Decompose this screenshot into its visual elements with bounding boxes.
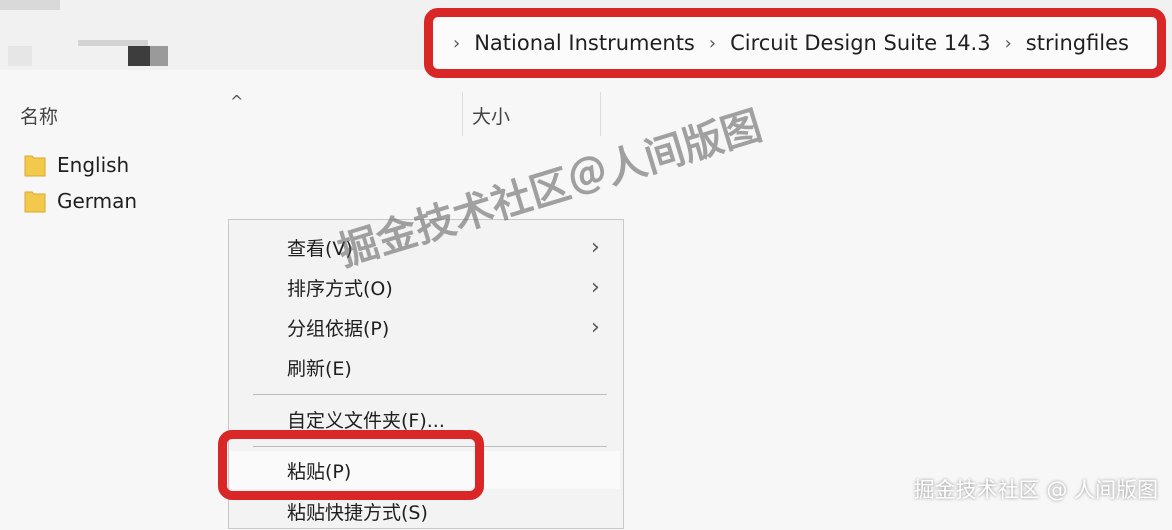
- paste-highlight-annotation: [218, 430, 484, 500]
- menu-item-group-by[interactable]: 分组依据(P) ›: [229, 308, 621, 346]
- obscured-button: [128, 46, 150, 66]
- column-name-header[interactable]: 名称: [20, 102, 58, 129]
- menu-item-refresh[interactable]: 刷新(E): [229, 348, 621, 386]
- folder-icon: [24, 191, 46, 213]
- column-size-header[interactable]: 大小: [472, 102, 510, 129]
- obscured-button: [8, 46, 32, 66]
- list-item-german[interactable]: German: [24, 186, 137, 216]
- chevron-right-icon: ›: [591, 234, 600, 260]
- folder-icon: [24, 155, 46, 177]
- obscured-button: [150, 46, 168, 66]
- address-bar-breadcrumb[interactable]: › National Instruments › Circuit Design …: [424, 8, 1166, 78]
- menu-item-label: 排序方式(O): [287, 277, 393, 300]
- file-name: German: [57, 189, 138, 213]
- sort-ascending-icon: ^: [230, 92, 244, 111]
- breadcrumb-circuit-design-suite[interactable]: Circuit Design Suite 14.3: [730, 31, 991, 55]
- column-divider[interactable]: [462, 92, 463, 136]
- chevron-right-icon: ›: [591, 274, 600, 300]
- list-item-english[interactable]: English: [24, 150, 129, 180]
- menu-item-label: 刷新(E): [287, 357, 352, 380]
- menu-item-label: 自定义文件夹(F)...: [287, 409, 445, 432]
- chevron-right-icon[interactable]: ›: [453, 33, 460, 54]
- chevron-right-icon: ›: [591, 314, 600, 340]
- watermark-corner: 掘金技术社区 @ 人间版图: [913, 478, 1158, 502]
- menu-item-label: 粘贴快捷方式(S): [287, 501, 428, 524]
- chevron-right-icon[interactable]: ›: [709, 33, 716, 54]
- file-name: English: [57, 153, 130, 177]
- chevron-right-icon[interactable]: ›: [1005, 33, 1012, 54]
- tab-fragment: [0, 0, 60, 10]
- column-divider[interactable]: [600, 92, 601, 136]
- breadcrumb-national-instruments[interactable]: National Instruments: [474, 31, 695, 55]
- menu-separator: [253, 394, 607, 395]
- breadcrumb-stringfiles[interactable]: stringfiles: [1026, 31, 1129, 55]
- menu-item-label: 分组依据(P): [287, 317, 390, 340]
- menu-item-sort-by[interactable]: 排序方式(O) ›: [229, 268, 621, 306]
- column-header: 名称 ^ 大小: [0, 92, 1172, 136]
